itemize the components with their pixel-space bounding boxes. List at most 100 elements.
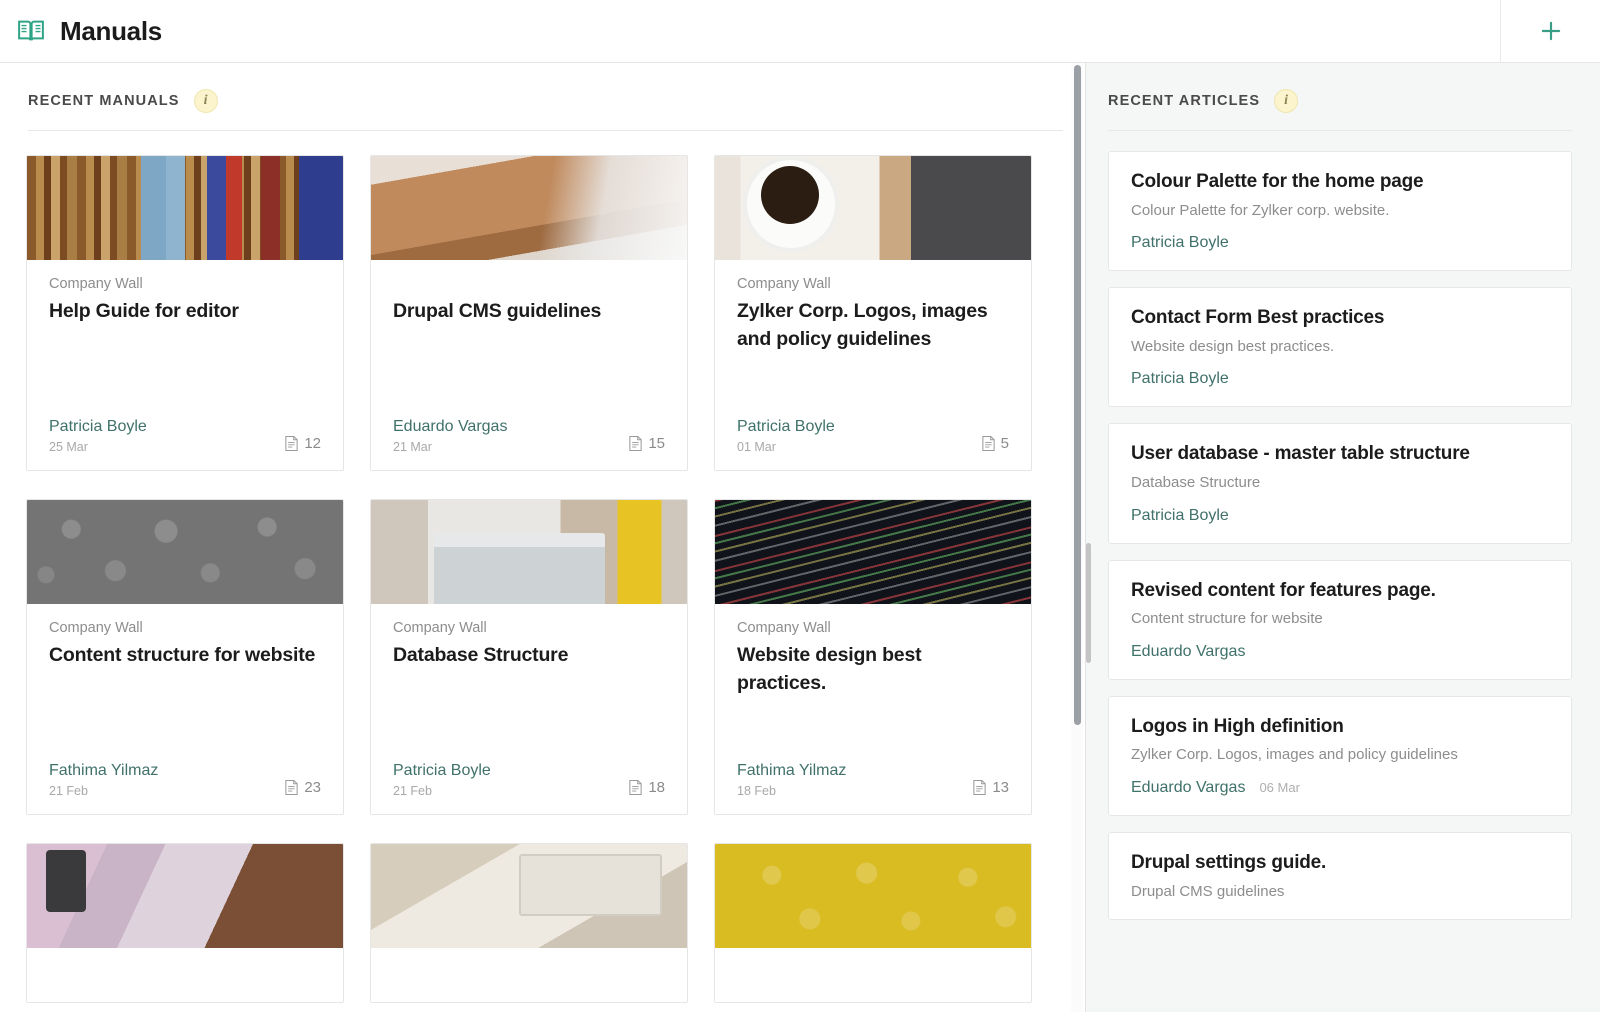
document-icon	[981, 435, 996, 452]
manual-card[interactable]: Company WallContent structure for websit…	[26, 499, 344, 815]
manual-card-body: Company WallContent structure for websit…	[27, 604, 343, 761]
add-manual-button[interactable]	[1500, 0, 1600, 62]
article-card[interactable]: Contact Form Best practices Website desig…	[1108, 287, 1572, 407]
document-icon	[284, 779, 299, 796]
recent-articles-header: RECENT ARTICLES i	[1086, 63, 1600, 113]
manual-article-count-value: 15	[648, 435, 665, 452]
recent-articles-pane: RECENT ARTICLES i Colour Palette for the…	[1085, 63, 1600, 1012]
main-scrollbar[interactable]	[1071, 63, 1083, 1012]
article-author[interactable]: Eduardo Vargas	[1131, 643, 1245, 661]
manual-title: Website design best practices.	[737, 641, 1009, 698]
article-author[interactable]: Patricia Boyle	[1131, 234, 1229, 252]
manual-author[interactable]: Fathima Yilmaz	[737, 761, 846, 781]
document-icon	[284, 435, 299, 452]
manual-thumbnail	[715, 500, 1031, 604]
info-icon[interactable]: i	[1274, 89, 1298, 113]
manual-kb-label: Company Wall	[737, 620, 1009, 636]
article-meta: Eduardo Vargas06 Mar	[1131, 779, 1549, 797]
article-subtitle: Drupal CMS guidelines	[1131, 882, 1549, 902]
document-icon	[628, 779, 643, 796]
manual-article-count-value: 12	[304, 435, 321, 452]
manual-title: Zylker Corp. Logos, images and policy gu…	[737, 297, 1009, 354]
manual-author-block: Patricia Boyle 21 Feb	[393, 761, 491, 798]
manual-author[interactable]: Eduardo Vargas	[393, 417, 507, 437]
manual-author[interactable]: Patricia Boyle	[737, 417, 835, 437]
manual-card[interactable]: Company Wall Database Structure Patricia B…	[370, 499, 688, 815]
header-brand: Manuals	[0, 0, 1500, 62]
manual-card-body: Company WallDrupal CMS guidelines	[371, 260, 687, 417]
manual-card-footer: Patricia Boyle 25 Mar 12	[27, 417, 343, 470]
article-title: Revised content for features page.	[1131, 579, 1549, 604]
manual-card-body: Company WallHelp Guide for editor	[27, 260, 343, 417]
manual-author-block: Fathima Yilmaz 21 Feb	[49, 761, 158, 798]
article-card[interactable]: User database - master table structure Da…	[1108, 423, 1572, 543]
manual-kb-label: Company Wall	[49, 620, 321, 636]
manual-author[interactable]: Patricia Boyle	[393, 761, 491, 781]
manual-date: 25 Mar	[49, 440, 147, 454]
manual-article-count: 12	[284, 435, 321, 454]
manual-card[interactable]: Company WallZylker Corp. Logos, images a…	[714, 155, 1032, 471]
recent-manuals-pane: RECENT MANUALS i Company WallHelp Guide …	[0, 63, 1085, 1012]
manual-card[interactable]: Company WallHelp Guide for editorPatrici…	[26, 155, 344, 471]
article-card[interactable]: Logos in High definitionZylker Corp. Log…	[1108, 696, 1572, 816]
manual-thumbnail	[715, 844, 1031, 948]
plus-icon	[1538, 18, 1564, 44]
manual-thumbnail	[27, 156, 343, 260]
article-subtitle: Colour Palette for Zylker corp. website.	[1131, 201, 1549, 221]
article-card[interactable]: Revised content for features page. Conten…	[1108, 560, 1572, 680]
manual-article-count: 23	[284, 779, 321, 798]
article-author[interactable]: Patricia Boyle	[1131, 370, 1229, 388]
open-book-icon	[16, 16, 46, 46]
document-icon	[628, 435, 643, 452]
manual-card-footer: Eduardo Vargas 21 Mar 15	[371, 417, 687, 470]
manual-card-footer: Patricia Boyle01 Mar5	[715, 417, 1031, 470]
manual-article-count-value: 23	[304, 779, 321, 796]
manual-date: 21 Feb	[393, 784, 491, 798]
page-title: Manuals	[60, 16, 162, 47]
article-subtitle: Content structure for website	[1131, 609, 1549, 629]
recent-manuals-header: RECENT MANUALS i	[0, 63, 1085, 113]
manual-kb-label: Company Wall	[49, 276, 321, 292]
info-icon[interactable]: i	[194, 89, 218, 113]
manual-card[interactable]: Company Wall Website design best practice…	[714, 499, 1032, 815]
manual-card-body: Company Wall Database Structure	[371, 604, 687, 761]
article-author[interactable]: Eduardo Vargas	[1131, 779, 1245, 797]
article-meta: Eduardo Vargas	[1131, 643, 1549, 661]
manual-card[interactable]	[714, 843, 1032, 1003]
article-subtitle: Zylker Corp. Logos, images and policy gu…	[1131, 745, 1549, 765]
article-subtitle: Database Structure	[1131, 473, 1549, 493]
manual-author[interactable]: Patricia Boyle	[49, 417, 147, 437]
right-scrollbar[interactable]	[1086, 63, 1093, 1012]
manual-article-count-value: 18	[648, 779, 665, 796]
article-title: Contact Form Best practices	[1131, 306, 1549, 331]
manual-title: Drupal CMS guidelines	[393, 297, 665, 325]
manual-card[interactable]	[370, 843, 688, 1003]
right-scrollbar-thumb[interactable]	[1086, 543, 1091, 663]
manual-thumbnail	[371, 500, 687, 604]
manual-thumbnail	[371, 844, 687, 948]
manual-date: 18 Feb	[737, 784, 846, 798]
article-title: User database - master table structure	[1131, 442, 1549, 467]
manual-kb-label: Company Wall	[393, 620, 665, 636]
article-meta: Patricia Boyle	[1131, 370, 1549, 388]
manual-card[interactable]	[26, 843, 344, 1003]
manual-card[interactable]: Company WallDrupal CMS guidelinesEduardo…	[370, 155, 688, 471]
article-author[interactable]: Patricia Boyle	[1131, 507, 1229, 525]
manual-card-footer: Patricia Boyle 21 Feb 18	[371, 761, 687, 814]
recent-articles-title: RECENT ARTICLES	[1108, 93, 1260, 109]
article-meta: Patricia Boyle	[1131, 507, 1549, 525]
main-scrollbar-thumb[interactable]	[1074, 65, 1081, 725]
manual-title: Database Structure	[393, 641, 665, 669]
manual-article-count: 5	[981, 435, 1009, 454]
article-card[interactable]: Colour Palette for the home page Colour P…	[1108, 151, 1572, 271]
manual-article-count: 15	[628, 435, 665, 454]
article-title: Colour Palette for the home page	[1131, 170, 1549, 195]
manual-card-footer: Fathima Yilmaz 21 Feb 23	[27, 761, 343, 814]
app-header: Manuals	[0, 0, 1600, 63]
manual-date: 21 Feb	[49, 784, 158, 798]
manual-date: 21 Mar	[393, 440, 507, 454]
manual-author[interactable]: Fathima Yilmaz	[49, 761, 158, 781]
article-card[interactable]: Drupal settings guide.Drupal CMS guideli…	[1108, 832, 1572, 920]
article-subtitle: Website design best practices.	[1131, 337, 1549, 357]
manual-card-grid: Company WallHelp Guide for editorPatrici…	[0, 131, 1060, 1003]
